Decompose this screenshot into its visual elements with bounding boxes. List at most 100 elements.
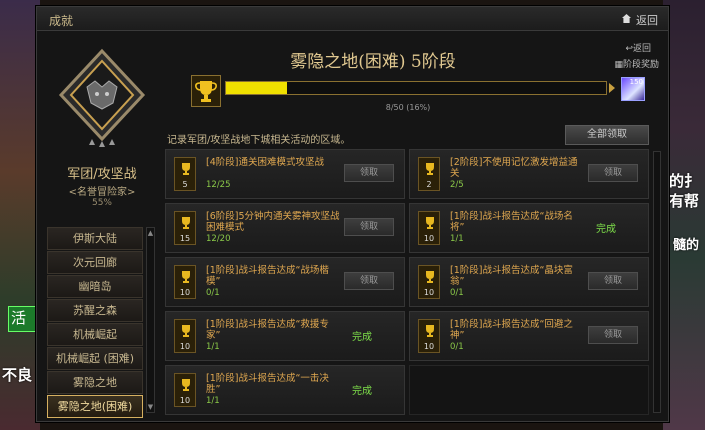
claim-button[interactable]: 领取 xyxy=(344,164,394,182)
achievement-name: [1阶段]战斗报告达成“战场名将” xyxy=(450,211,573,233)
trophy-icon xyxy=(426,163,434,175)
achievement-name: [1阶段]战斗报告达成“救援专家” xyxy=(206,319,329,341)
achievement-trophy: 5 xyxy=(174,157,196,191)
stage-back-label: 返回 xyxy=(632,44,651,54)
achievement-points: 10 xyxy=(423,342,435,351)
achievement-main-panel: 雾隐之地(困难) 5阶段 ↩返回 ▦阶段奖励 150 8/50 (16%) 记录… xyxy=(163,37,663,417)
category-scrollbar[interactable]: ▲ ▼ xyxy=(146,227,155,413)
trophy-icon xyxy=(426,325,434,337)
category-item-misty-land[interactable]: 雾隐之地 xyxy=(47,371,143,394)
achievement-card: 5 [4阶段]通关困难模式攻坚战 12/25 领取 xyxy=(165,149,405,199)
achievement-trophy: 10 xyxy=(418,319,440,353)
trophy-icon xyxy=(195,81,217,102)
achievement-card: 10 [1阶段]战斗报告达成“晶块富翁” 0/1 领取 xyxy=(409,257,649,307)
achievement-progress: 0/1 xyxy=(206,288,220,298)
claim-button[interactable]: 领取 xyxy=(344,272,394,290)
achievement-card: 15 [6阶段]5分钟内通关雾神攻坚战困难模式 12/20 领取 xyxy=(165,203,405,253)
achievement-trophy: 15 xyxy=(174,211,196,245)
grid-icon: ▦ xyxy=(614,60,623,70)
category-title: 军团/攻坚战 xyxy=(67,167,137,182)
stage-progress-fill xyxy=(226,82,287,94)
achievement-progress: 12/20 xyxy=(206,234,231,244)
background-text: 有帮 xyxy=(668,192,699,210)
achievement-card: 10 [1阶段]战斗报告达成“一击决胜” 1/1 完成 xyxy=(165,365,405,415)
category-panel: 军团/攻坚战 <名誉冒险家> 55% 伊斯大陆 次元回廊 幽暗岛 苏醒之森 机械… xyxy=(45,37,159,419)
achievement-name: [1阶段]战斗报告达成“战场楷模” xyxy=(206,265,329,287)
reward-item-icon[interactable]: 150 xyxy=(621,77,645,101)
achievement-progress: 1/1 xyxy=(206,342,220,352)
category-item-isi[interactable]: 伊斯大陆 xyxy=(47,227,143,250)
achievement-points: 15 xyxy=(179,234,191,243)
achievement-name: [1阶段]战斗报告达成“回避之神” xyxy=(450,319,573,341)
category-item-awakened-forest[interactable]: 苏醒之森 xyxy=(47,299,143,322)
reward-count: 150 xyxy=(629,78,643,86)
achievement-points: 10 xyxy=(179,288,191,297)
achievement-trophy: 10 xyxy=(174,319,196,353)
claim-button[interactable]: 领取 xyxy=(588,326,638,344)
achievement-card: 10 [1阶段]战斗报告达成“战场名将” 1/1 完成 xyxy=(409,203,649,253)
achievement-grid: 5 [4阶段]通关困难模式攻坚战 12/25 领取 15 [6阶段]5分钟内通关… xyxy=(165,149,651,417)
scroll-down-icon[interactable]: ▼ xyxy=(147,403,154,411)
category-item-machine-rise-hard[interactable]: 机械崛起 (困难) xyxy=(47,347,143,370)
achievement-progress: 0/1 xyxy=(450,342,464,352)
category-item-dimension-corridor[interactable]: 次元回廊 xyxy=(47,251,143,274)
achievement-points: 5 xyxy=(182,180,188,189)
home-icon[interactable] xyxy=(621,13,632,24)
claim-all-button[interactable]: 全部领取 xyxy=(565,125,649,145)
stage-progress-text: 8/50 (16%) xyxy=(385,103,431,112)
achievement-trophy: 10 xyxy=(418,211,440,245)
achievement-trophy: 10 xyxy=(174,373,196,407)
achievement-trophy: 10 xyxy=(174,265,196,299)
achievement-progress: 1/1 xyxy=(206,396,220,406)
empty-card-slot xyxy=(409,365,649,415)
legion-emblem-icon xyxy=(58,48,146,147)
completed-label: 完成 xyxy=(352,386,372,397)
achievement-trophy: 2 xyxy=(418,157,440,191)
trophy-icon xyxy=(426,271,434,283)
achievement-card: 10 [1阶段]战斗报告达成“战场楷模” 0/1 领取 xyxy=(165,257,405,307)
achievement-card: 10 [1阶段]战斗报告达成“回避之神” 0/1 领取 xyxy=(409,311,649,361)
claim-button[interactable]: 领取 xyxy=(588,272,638,290)
category-subtitle: <名誉冒险家> xyxy=(68,187,136,198)
trophy-icon xyxy=(182,379,190,391)
stage-reward-button[interactable]: ▦阶段奖励 xyxy=(614,57,659,70)
stage-back-button[interactable]: ↩返回 xyxy=(625,41,651,54)
achievement-points: 2 xyxy=(426,180,432,189)
achievement-points: 10 xyxy=(179,342,191,351)
achievement-window: 成就 返回 军团/攻坚战 <名誉冒险家> 55% 伊斯大陆 次元回廊 幽暗岛 苏… xyxy=(36,6,669,422)
category-percent: 55% xyxy=(91,198,112,208)
category-item-dark-island[interactable]: 幽暗岛 xyxy=(47,275,143,298)
achievement-card: 10 [1阶段]战斗报告达成“救援专家” 1/1 完成 xyxy=(165,311,405,361)
window-title: 成就 xyxy=(49,14,74,28)
progress-arrow-icon xyxy=(609,83,615,93)
category-item-misty-land-hard[interactable]: 雾隐之地(困难) xyxy=(47,395,143,418)
achievement-name: [6阶段]5分钟内通关雾神攻坚战困难模式 xyxy=(206,211,340,233)
background-text: 的扌 xyxy=(668,172,699,190)
achievement-trophy: 10 xyxy=(418,265,440,299)
stage-reward-label: 阶段奖励 xyxy=(622,60,659,70)
back-arrow-icon: ↩ xyxy=(625,44,633,54)
claim-button[interactable]: 领取 xyxy=(588,164,638,182)
achievement-points: 10 xyxy=(423,288,435,297)
category-item-machine-rise[interactable]: 机械崛起 xyxy=(47,323,143,346)
category-list: 伊斯大陆 次元回廊 幽暗岛 苏醒之森 机械崛起 机械崛起 (困难) 雾隐之地 雾… xyxy=(47,227,143,419)
stage-description: 记录军团/攻坚战地下城相关活动的区域。 xyxy=(167,135,351,146)
scroll-up-icon[interactable]: ▲ xyxy=(147,229,154,237)
stage-title: 雾隐之地(困难) 5阶段 xyxy=(290,52,456,72)
achievement-scrollbar[interactable] xyxy=(653,151,661,413)
trophy-icon xyxy=(182,325,190,337)
trophy-icon xyxy=(182,163,190,175)
return-button[interactable]: 返回 xyxy=(636,12,658,28)
trophy-icon xyxy=(182,217,190,229)
achievement-progress: 1/1 xyxy=(450,234,464,244)
achievement-points: 10 xyxy=(423,234,435,243)
achievement-name: [4阶段]通关困难模式攻坚战 xyxy=(206,157,324,168)
trophy-icon xyxy=(182,271,190,283)
achievement-card: 2 [2阶段]不使用记忆激发增益通关 2/5 领取 xyxy=(409,149,649,199)
background-text: 不良 xyxy=(2,366,33,384)
achievement-progress: 2/5 xyxy=(450,180,464,190)
claim-button[interactable]: 领取 xyxy=(344,218,394,236)
window-titlebar: 成就 返回 xyxy=(37,7,668,31)
background-text: 髓的 xyxy=(672,238,699,253)
completed-label: 完成 xyxy=(352,332,372,343)
